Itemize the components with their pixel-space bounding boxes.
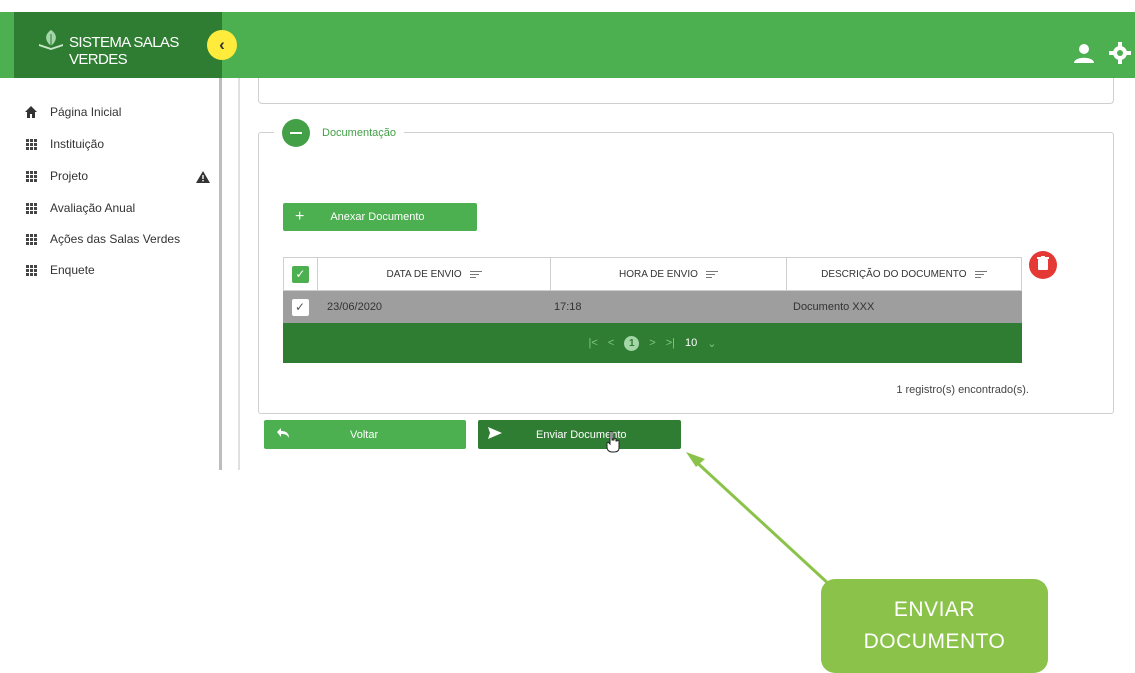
grid-icon xyxy=(24,232,38,246)
cell-description: Documento XXX xyxy=(793,301,875,313)
hand-cursor-icon xyxy=(606,430,620,458)
book-logo-icon xyxy=(36,26,66,56)
page-root: SISTEMA SALAS VERDES ‹ Página Inicial In… xyxy=(0,0,1135,673)
home-icon xyxy=(24,105,38,119)
chevron-left-icon: ‹ xyxy=(219,35,225,54)
send-icon xyxy=(488,427,502,442)
plus-icon: + xyxy=(295,208,305,225)
sidebar-item-enquete[interactable]: Enquete xyxy=(24,260,95,280)
grid-icon xyxy=(24,137,38,151)
sort-icon xyxy=(469,270,482,278)
chevron-down-icon[interactable]: ⌄ xyxy=(707,337,716,350)
sidebar-item-label: Avaliação Anual xyxy=(50,201,136,215)
grid-icon xyxy=(24,263,38,277)
attach-document-label: Anexar Documento xyxy=(330,211,425,223)
sidebar-collapse-button[interactable]: ‹ xyxy=(207,30,237,60)
attach-document-button[interactable]: + Anexar Documento xyxy=(283,203,477,231)
section-title: Documentação xyxy=(322,127,396,139)
sidebar-item-label: Enquete xyxy=(50,263,95,277)
sidebar-item-pagina-inicial[interactable]: Página Inicial xyxy=(24,102,121,122)
back-button[interactable]: Voltar xyxy=(264,420,466,449)
column-header-date[interactable]: DATA DE ENVIO xyxy=(318,258,552,290)
back-label: Voltar xyxy=(350,428,379,441)
sidebar-item-label: Instituição xyxy=(50,137,105,151)
delete-button[interactable] xyxy=(1029,251,1057,279)
column-header-label: HORA DE ENVIO xyxy=(618,268,698,280)
documents-table: ✓ DATA DE ENVIO HORA DE ENVIO DESCRIÇÃO … xyxy=(283,257,1022,363)
sidebar-item-projeto[interactable]: Projeto xyxy=(24,166,88,186)
row-select-cell: ✓ xyxy=(283,298,317,316)
column-header-time[interactable]: HORA DE ENVIO xyxy=(551,258,787,290)
record-count: 1 registro(s) encontrado(s). xyxy=(896,384,1029,396)
brand-block: SISTEMA SALAS VERDES xyxy=(14,12,222,78)
undo-icon xyxy=(276,428,290,441)
header-actions xyxy=(1073,42,1131,69)
sidebar-item-acoes-salas-verdes[interactable]: Ações das Salas Verdes xyxy=(24,229,180,249)
next-page-button[interactable]: > xyxy=(649,337,655,349)
sidebar-item-label: Página Inicial xyxy=(50,105,122,119)
cell-date: 23/06/2020 xyxy=(327,301,383,313)
cell-time: 17:18 xyxy=(554,301,582,313)
sidebar-item-label: Projeto xyxy=(50,169,89,183)
row-checkbox[interactable]: ✓ xyxy=(291,298,309,316)
select-all-checkbox[interactable]: ✓ xyxy=(291,265,309,283)
pagination-bar: |< < 1 > >| 10 ⌄ xyxy=(283,323,1022,363)
send-document-button[interactable]: Enviar Documento xyxy=(478,420,681,449)
column-header-description[interactable]: DESCRIÇÃO DO DOCUMENTO xyxy=(787,258,1021,290)
trash-icon xyxy=(1037,255,1049,275)
page-size-select[interactable]: 10 xyxy=(685,337,697,349)
column-header-label: DESCRIÇÃO DO DOCUMENTO xyxy=(821,268,967,280)
table-header: ✓ DATA DE ENVIO HORA DE ENVIO DESCRIÇÃO … xyxy=(283,257,1022,291)
first-page-button[interactable]: |< xyxy=(589,337,598,349)
previous-card xyxy=(258,78,1114,104)
current-page[interactable]: 1 xyxy=(624,335,640,351)
sidebar-item-label: Ações das Salas Verdes xyxy=(50,232,181,246)
grid-icon xyxy=(24,169,38,183)
callout-box: ENVIAR DOCUMENTO xyxy=(821,579,1048,673)
table-row[interactable]: ✓ 23/06/2020 17:18 Documento XXX xyxy=(283,291,1022,323)
app-title: SISTEMA SALAS VERDES xyxy=(69,34,179,68)
last-page-button[interactable]: >| xyxy=(666,337,675,349)
column-header-label: DATA DE ENVIO xyxy=(386,268,462,280)
collapse-section-button[interactable] xyxy=(282,119,310,147)
select-all-cell: ✓ xyxy=(284,258,318,290)
sort-icon xyxy=(705,270,718,278)
grid-icon xyxy=(24,201,38,215)
sidebar-item-instituicao[interactable]: Instituição xyxy=(24,134,104,154)
callout-line-2: DOCUMENTO xyxy=(863,630,1006,653)
user-icon[interactable] xyxy=(1073,42,1095,69)
callout-line-1: ENVIAR xyxy=(893,598,976,621)
sidebar: Página Inicial Instituição Projeto Avali… xyxy=(14,78,222,470)
warning-icon xyxy=(196,170,210,188)
content-divider xyxy=(238,78,240,470)
sort-icon xyxy=(974,270,987,278)
prev-page-button[interactable]: < xyxy=(608,337,614,349)
gear-icon[interactable] xyxy=(1109,42,1131,69)
sidebar-item-avaliacao-anual[interactable]: Avaliação Anual xyxy=(24,198,135,218)
minus-icon xyxy=(290,132,302,134)
section-header: Documentação xyxy=(274,118,404,148)
